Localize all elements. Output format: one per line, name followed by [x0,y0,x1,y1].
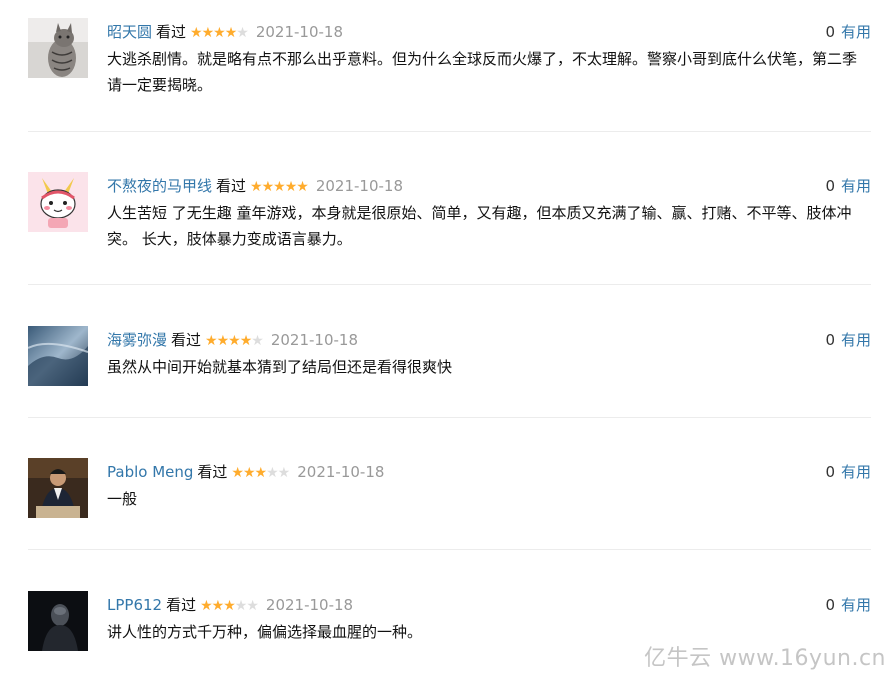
star-empty-icon: ★ [277,465,291,481]
vote-count: 0 [825,177,835,195]
divider [28,417,871,418]
star-empty-icon: ★ [251,333,264,349]
comment-meta: 海雾弥漫 看过 ★★★★★ 2021-10-18 0 有用 [107,326,871,354]
star-filled-icon: ★ [211,598,225,614]
divider [28,131,871,132]
vote-count: 0 [825,331,835,349]
rating-stars: ★★★★★ [200,592,259,620]
star-empty-icon: ★ [234,598,248,614]
star-filled-icon: ★ [200,598,213,614]
comment-meta: 不熬夜的马甲线 看过 ★★★★★ 2021-10-18 0 有用 [107,172,871,200]
user-name-link[interactable]: 不熬夜的马甲线 [107,177,212,195]
star-empty-icon: ★ [266,465,279,481]
watched-label: 看过 [166,596,197,614]
useful-button[interactable]: 有用 [841,463,871,481]
useful-button[interactable]: 有用 [841,23,871,41]
user-name-link[interactable]: 昭天圆 [107,23,152,41]
avatar[interactable] [28,172,88,232]
comment-text: 一般 [107,490,138,508]
avatar[interactable] [28,458,88,518]
useful-button[interactable]: 有用 [841,177,871,195]
star-filled-icon: ★ [223,598,236,614]
rating-stars: ★★★★★ [190,19,249,47]
vote-count: 0 [825,596,835,614]
vote-count: 0 [825,463,835,481]
user-name-link[interactable]: LPP612 [107,596,162,614]
watched-label: 看过 [156,23,187,41]
star-filled-icon: ★ [213,25,226,41]
comment-text: 大逃杀剧情。就是略有点不那么出乎意料。但为什么全球反而火爆了，不太理解。警察小哥… [107,50,858,94]
comment-date: 2021-10-18 [270,331,359,349]
comment-text: 虽然从中间开始就基本猜到了结局但还是看得很爽快 [107,358,453,376]
comment-date: 2021-10-18 [255,23,344,41]
star-empty-icon: ★ [246,598,259,614]
vote-area: 0 有用 [825,591,871,619]
watched-label: 看过 [197,463,228,481]
star-filled-icon: ★ [224,25,238,41]
avatar[interactable] [28,18,88,78]
star-filled-icon: ★ [205,333,218,349]
avatar[interactable] [28,591,88,651]
comment-meta: LPP612 看过 ★★★★★ 2021-10-18 0 有用 [107,591,871,619]
star-filled-icon: ★ [273,179,286,195]
star-filled-icon: ★ [228,333,241,349]
vote-area: 0 有用 [825,18,871,46]
comment-date: 2021-10-18 [265,596,354,614]
star-filled-icon: ★ [239,333,253,349]
vote-count: 0 [825,23,835,41]
comment-date: 2021-10-18 [297,463,385,481]
avatar[interactable] [28,326,88,386]
rating-stars: ★★★★★ [205,327,264,355]
vote-area: 0 有用 [825,326,871,354]
star-filled-icon: ★ [190,25,203,41]
star-empty-icon: ★ [236,25,249,41]
star-filled-icon: ★ [242,465,256,481]
star-filled-icon: ★ [284,179,298,195]
useful-button[interactable]: 有用 [841,596,871,614]
rating-stars: ★★★★★ [231,459,291,487]
star-filled-icon: ★ [216,333,230,349]
star-filled-icon: ★ [296,179,309,195]
divider [28,284,871,285]
divider [28,549,871,550]
star-filled-icon: ★ [254,465,268,481]
star-filled-icon: ★ [261,179,275,195]
star-filled-icon: ★ [201,25,215,41]
watched-label: 看过 [171,331,202,349]
vote-area: 0 有用 [825,172,871,200]
rating-stars: ★★★★★ [250,173,309,201]
watched-label: 看过 [216,177,247,195]
vote-area: 0 有用 [825,458,871,486]
useful-button[interactable]: 有用 [841,331,871,349]
comment-text: 人生苦短 了无生趣 童年游戏，本身就是很原始、简单，又有趣，但本质又充满了输、赢… [107,204,852,248]
star-filled-icon: ★ [231,465,244,481]
comment-meta: 昭天圆 看过 ★★★★★ 2021-10-18 0 有用 [107,18,871,46]
user-name-link[interactable]: 海雾弥漫 [107,331,167,349]
user-name-link[interactable]: Pablo Meng [107,463,193,481]
comment-date: 2021-10-18 [315,177,404,195]
comment-meta: Pablo Meng 看过 ★★★★★ 2021-10-18 0 有用 [107,458,871,486]
star-filled-icon: ★ [250,179,263,195]
watermark: 亿牛云 www.16yun.cn [644,646,886,671]
